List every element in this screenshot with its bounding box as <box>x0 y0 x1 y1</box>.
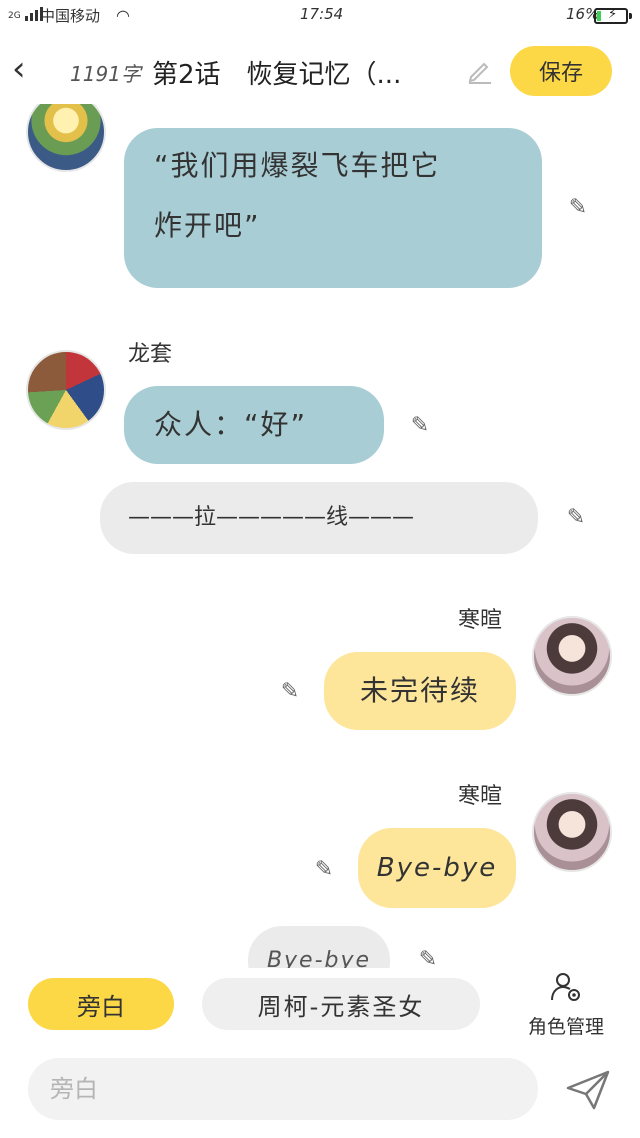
speaker-name: 龙套 <box>128 342 173 367</box>
role-manage-label: 角色管理 <box>527 1016 604 1038</box>
edit-pencil-icon[interactable]: ✎ <box>562 504 590 532</box>
status-bar: 2G 中国移动 ◠ 17:54 16% ⚡ <box>0 0 640 32</box>
narration-text: Bye-bye <box>266 948 372 968</box>
user-settings-icon <box>516 970 616 1012</box>
message-text: Bye-bye <box>376 853 498 883</box>
avatar[interactable] <box>26 104 106 172</box>
send-icon[interactable] <box>564 1068 612 1112</box>
message-bubble[interactable]: Bye-bye <box>358 828 516 908</box>
avatar[interactable] <box>26 350 106 430</box>
chat-area[interactable]: “我们用爆裂飞车把它 炸开吧” ✎ 龙套 众人：“好” ✎ ———拉—————线… <box>0 104 640 968</box>
message-input[interactable] <box>28 1058 538 1120</box>
signal-icon: 2G <box>8 7 43 21</box>
editor-header: ‹ 1191字 第2话 恢复记忆（... 保存 <box>0 38 640 102</box>
narration-text: ———拉—————线——— <box>128 505 415 530</box>
message-text: 众人：“好” <box>154 408 308 441</box>
edit-pencil-icon[interactable]: ✎ <box>564 194 592 222</box>
message-bubble[interactable]: 未完待续 <box>324 652 516 730</box>
back-icon[interactable]: ‹ <box>12 52 42 88</box>
edit-pencil-icon[interactable]: ✎ <box>406 412 434 440</box>
edit-pencil-icon[interactable]: ✎ <box>276 678 304 706</box>
network-type: 2G <box>8 11 21 21</box>
wifi-icon: ◠ <box>116 6 130 25</box>
edit-pencil-icon[interactable]: ✎ <box>310 856 338 884</box>
chapter-title[interactable]: 第2话 恢复记忆（... <box>152 54 452 91</box>
message-text: 未完待续 <box>359 674 480 707</box>
role-manage-button[interactable]: 角色管理 <box>516 970 616 1040</box>
carrier-name: 中国移动 <box>40 7 101 25</box>
save-button[interactable]: 保存 <box>510 46 612 96</box>
clock: 17:54 <box>300 5 344 23</box>
narration-bubble[interactable]: Bye-bye <box>248 926 390 968</box>
character-role-button[interactable]: 周柯-元素圣女 <box>202 978 480 1030</box>
edit-title-icon[interactable] <box>466 56 494 84</box>
message-bubble[interactable]: 众人：“好” <box>124 386 384 464</box>
role-selector-bar: 旁白 周柯-元素圣女 角色管理 <box>0 970 640 1050</box>
avatar[interactable] <box>532 616 612 696</box>
message-text: “我们用爆裂飞车把它 <box>154 149 441 182</box>
speaker-name: 寒暄 <box>458 784 503 809</box>
narration-bubble[interactable]: ———拉—————线——— <box>100 482 538 554</box>
message-bubble[interactable]: “我们用爆裂飞车把它 炸开吧” <box>124 128 542 288</box>
message-text: 炸开吧” <box>154 209 261 242</box>
composer <box>0 1058 640 1122</box>
battery-icon: ⚡ <box>594 7 632 24</box>
avatar[interactable] <box>532 792 612 872</box>
word-count: 1191字 <box>70 62 141 86</box>
speaker-name: 寒暄 <box>458 608 503 633</box>
narration-role-button[interactable]: 旁白 <box>28 978 174 1030</box>
edit-pencil-icon[interactable]: ✎ <box>414 946 442 968</box>
